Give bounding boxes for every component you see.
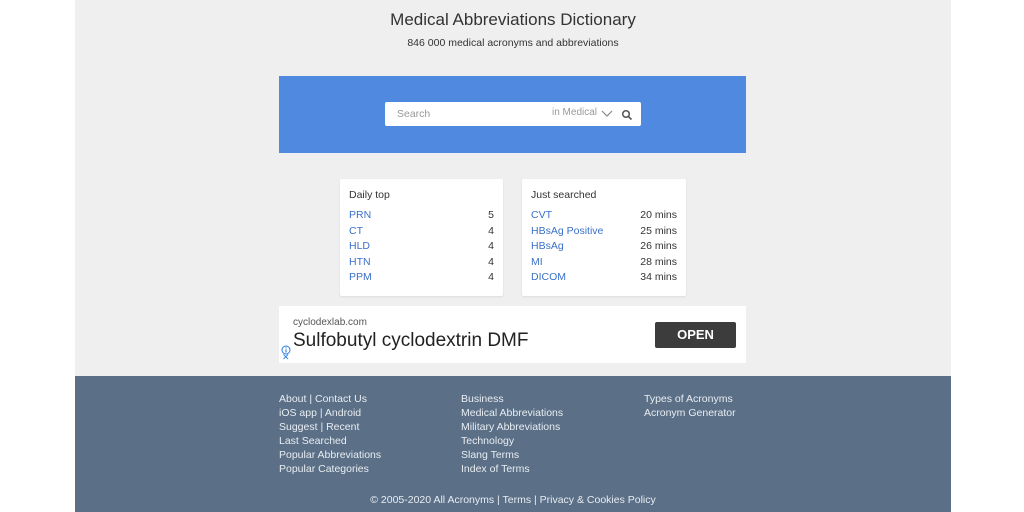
- ad-domain: cyclodexlab.com: [293, 317, 367, 328]
- term-link[interactable]: CT: [349, 225, 363, 241]
- search-box: in Medical: [385, 102, 641, 126]
- page-subtitle: 846 000 medical acronyms and abbreviatio…: [407, 37, 619, 49]
- ad-banner[interactable]: cyclodexlab.com Sulfobutyl cyclodextrin …: [279, 306, 746, 363]
- just-searched-card: Just searched CVT 20 mins HBsAg Positive 2…: [522, 179, 686, 296]
- count: 4: [488, 271, 494, 283]
- term-link[interactable]: HLD: [349, 240, 370, 256]
- footer-link[interactable]: Slang Terms: [461, 448, 563, 462]
- time-ago: 26 mins: [640, 240, 677, 252]
- footer-link[interactable]: Acronym Generator: [644, 406, 736, 420]
- daily-top-card: Daily top PRN 5 CT 4 HLD 4 HTN 4 PPM 4: [340, 179, 503, 296]
- list-item: MI 28 mins: [531, 256, 677, 272]
- term-link[interactable]: HBsAg: [531, 240, 564, 256]
- term-link[interactable]: HTN: [349, 256, 371, 272]
- footer-link[interactable]: Suggest | Recent: [279, 420, 381, 434]
- page-title: Medical Abbreviations Dictionary: [390, 10, 636, 29]
- list-item: PPM 4: [349, 271, 494, 287]
- term-link[interactable]: MI: [531, 256, 543, 272]
- time-ago: 20 mins: [640, 209, 677, 221]
- footer-column: Types of Acronyms Acronym Generator: [644, 392, 736, 420]
- time-ago: 25 mins: [640, 224, 677, 237]
- list-item: HBsAg 26 mins: [531, 240, 677, 256]
- term-link[interactable]: CVT: [531, 209, 552, 225]
- time-ago: 34 mins: [640, 271, 677, 283]
- list-item: HLD 4: [349, 240, 494, 256]
- list-item: DICOM 34 mins: [531, 271, 677, 287]
- count: 4: [488, 224, 494, 237]
- list-item: CT 4: [349, 225, 494, 241]
- term-link[interactable]: PPM: [349, 271, 372, 287]
- footer-link[interactable]: Popular Categories: [279, 462, 381, 476]
- ad-info-icon[interactable]: [281, 342, 291, 355]
- scope-select[interactable]: in Medical: [552, 107, 597, 118]
- footer-link[interactable]: Types of Acronyms: [644, 392, 736, 406]
- footer-link[interactable]: Technology: [461, 434, 563, 448]
- term-link[interactable]: PRN: [349, 209, 371, 225]
- list-item: HTN 4: [349, 256, 494, 272]
- footer-link[interactable]: Last Searched: [279, 434, 381, 448]
- page: Medical Abbreviations Dictionary 846 000…: [75, 0, 951, 512]
- search-panel: in Medical: [279, 76, 746, 153]
- count: 5: [488, 209, 494, 221]
- copyright: © 2005-2020 All Acronyms | Terms | Priva…: [370, 494, 656, 506]
- ad-open-button[interactable]: OPEN: [655, 322, 736, 348]
- footer-link[interactable]: Business: [461, 392, 563, 406]
- footer-link[interactable]: Popular Abbreviations: [279, 448, 381, 462]
- search-input[interactable]: [397, 106, 547, 122]
- footer-link[interactable]: Military Abbreviations: [461, 420, 563, 434]
- list-item: CVT 20 mins: [531, 209, 677, 225]
- daily-top-title: Daily top: [349, 189, 390, 201]
- ad-headline[interactable]: Sulfobutyl cyclodextrin DMF: [293, 330, 528, 352]
- just-searched-title: Just searched: [531, 189, 597, 201]
- term-link[interactable]: DICOM: [531, 271, 566, 287]
- search-icon[interactable]: [621, 108, 633, 126]
- count: 4: [488, 240, 494, 252]
- footer-link[interactable]: Medical Abbreviations: [461, 406, 563, 420]
- list-item: HBsAg Positive 25 mins: [531, 225, 677, 241]
- footer-link[interactable]: iOS app | Android: [279, 406, 381, 420]
- chevron-down-icon[interactable]: [601, 105, 613, 123]
- count: 4: [488, 255, 494, 268]
- footer-column: About | Contact Us iOS app | Android Sug…: [279, 392, 381, 476]
- list-item: PRN 5: [349, 209, 494, 225]
- footer-link[interactable]: Index of Terms: [461, 462, 563, 476]
- time-ago: 28 mins: [640, 255, 677, 268]
- footer: About | Contact Us iOS app | Android Sug…: [75, 376, 951, 512]
- footer-link[interactable]: About | Contact Us: [279, 392, 381, 406]
- ad-close-icon[interactable]: ✕: [282, 352, 290, 362]
- term-link[interactable]: HBsAg Positive: [531, 225, 603, 241]
- footer-column: Business Medical Abbreviations Military …: [461, 392, 563, 476]
